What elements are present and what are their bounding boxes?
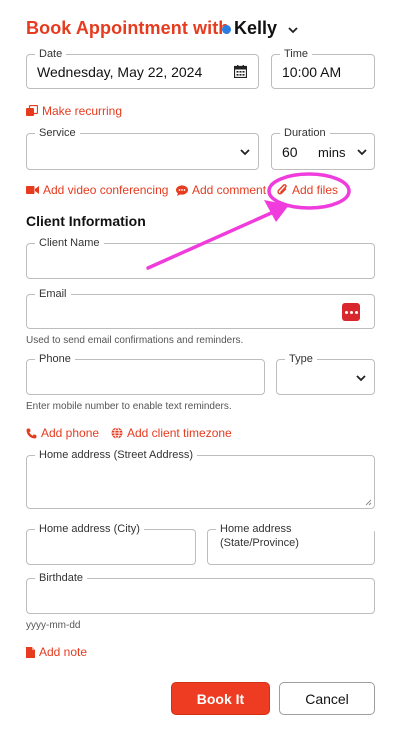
add-video-conferencing-link[interactable]: Add video conferencing xyxy=(26,183,168,197)
date-label: Date xyxy=(35,47,67,61)
add-note-label: Add note xyxy=(39,645,88,659)
globe-icon xyxy=(111,427,123,439)
chevron-down-icon xyxy=(356,375,366,382)
home-street-label: Home address (Street Address) xyxy=(35,448,198,462)
add-phone-label: Add phone xyxy=(41,426,100,440)
calendar-icon[interactable] xyxy=(234,65,247,78)
staff-name[interactable]: Kelly xyxy=(234,18,277,39)
date-value: Wednesday, May 22, 2024 xyxy=(37,64,203,80)
phone-input[interactable]: Phone xyxy=(26,352,265,395)
note-icon xyxy=(26,646,35,658)
birthdate-format-hint: yyyy-mm-dd xyxy=(26,620,81,631)
home-state-input[interactable]: Home address (State/Province) xyxy=(207,522,375,565)
chevron-down-icon xyxy=(357,149,367,156)
add-phone-link[interactable]: Add phone xyxy=(26,426,99,440)
paperclip-icon xyxy=(277,184,287,195)
recurring-icon xyxy=(26,105,38,116)
make-recurring-link[interactable]: Make recurring xyxy=(26,104,122,118)
service-label: Service xyxy=(35,126,80,140)
make-recurring-label: Make recurring xyxy=(42,104,123,118)
add-files-link[interactable]: Add files xyxy=(277,183,338,197)
staff-status-dot xyxy=(222,25,231,34)
phone-type-label: Type xyxy=(285,352,317,366)
email-input[interactable]: Email xyxy=(26,287,375,329)
home-city-input[interactable]: Home address (City) xyxy=(26,522,196,565)
time-label: Time xyxy=(280,47,313,61)
chevron-down-icon[interactable] xyxy=(287,25,299,35)
page-title: Book Appointment with xyxy=(26,18,230,38)
phone-helper-text: Enter mobile number to enable text remin… xyxy=(26,401,232,412)
duration-label: Duration xyxy=(280,126,330,140)
phone-label: Phone xyxy=(35,352,75,366)
email-helper-text: Used to send email confirmations and rem… xyxy=(26,335,244,346)
home-city-label: Home address (City) xyxy=(35,522,144,536)
time-field[interactable]: Time 10:00 AM xyxy=(271,47,375,89)
duration-field[interactable]: Duration 60 mins xyxy=(271,126,375,170)
add-client-timezone-link[interactable]: Add client timezone xyxy=(111,426,232,440)
video-icon xyxy=(26,186,39,194)
birthdate-input[interactable]: Birthdate xyxy=(26,571,375,614)
home-street-textarea[interactable]: Home address (Street Address) xyxy=(26,448,375,509)
book-it-button[interactable]: Book It xyxy=(171,682,270,715)
comment-icon xyxy=(176,184,188,196)
birthdate-label: Birthdate xyxy=(35,571,88,585)
client-name-input[interactable]: Client Name xyxy=(26,236,375,279)
service-select[interactable]: Service xyxy=(26,126,259,170)
email-label: Email xyxy=(35,287,71,301)
phone-icon xyxy=(26,428,37,438)
date-field[interactable]: Date Wednesday, May 22, 2024 xyxy=(26,47,259,89)
password-manager-icon[interactable] xyxy=(342,303,360,321)
add-client-timezone-label: Add client timezone xyxy=(127,426,232,440)
duration-unit-select[interactable]: mins xyxy=(318,145,345,160)
annotation-arrow-head xyxy=(264,200,289,222)
client-name-label: Client Name xyxy=(35,236,104,250)
time-value: 10:00 AM xyxy=(282,64,342,80)
add-comment-link[interactable]: Add comment xyxy=(176,183,266,197)
cancel-button[interactable]: Cancel xyxy=(279,682,375,715)
add-video-conferencing-label: Add video conferencing xyxy=(43,183,169,197)
chevron-down-icon xyxy=(240,149,250,156)
home-state-label: Home address (State/Province) xyxy=(216,522,374,550)
phone-type-select[interactable]: Type xyxy=(276,352,375,395)
add-comment-label: Add comment xyxy=(192,183,267,197)
add-note-link[interactable]: Add note xyxy=(26,645,87,659)
add-files-label: Add files xyxy=(292,183,339,197)
client-information-heading: Client Information xyxy=(26,213,146,229)
resize-handle-icon[interactable] xyxy=(365,499,372,506)
duration-value: 60 xyxy=(282,144,298,160)
